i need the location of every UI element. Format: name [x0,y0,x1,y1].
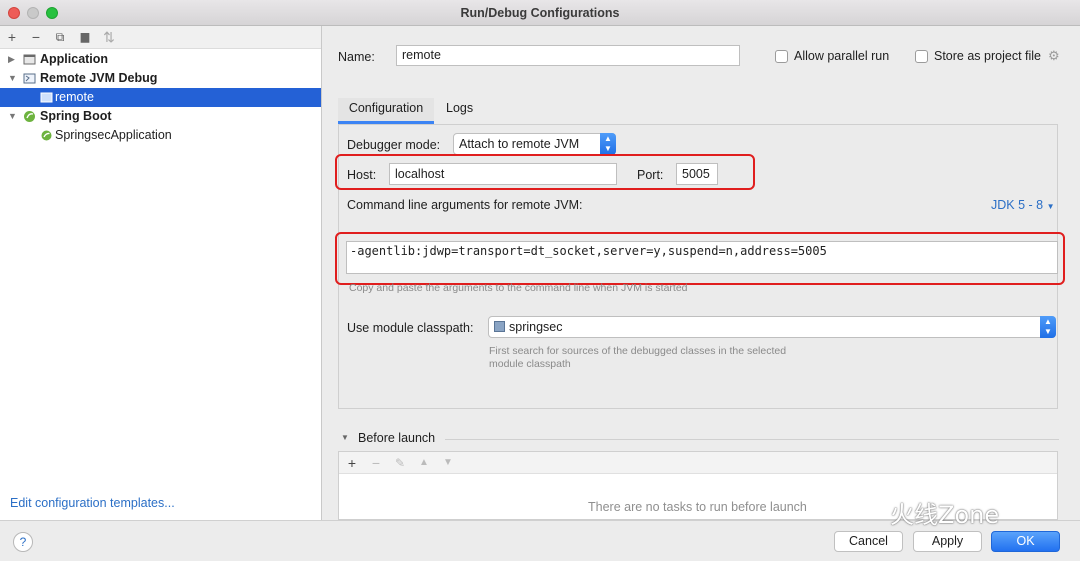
name-field[interactable]: remote [396,45,740,66]
tree-label: remote [55,90,94,104]
classpath-hint-2: module classpath [489,358,571,370]
move-up-icon[interactable]: ▲ [416,455,432,471]
classpath-label: Use module classpath: [347,321,474,335]
tree-label: Spring Boot [40,109,112,123]
cmd-args-label: Command line arguments for remote JVM: [347,198,583,212]
remove-task-icon[interactable]: − [368,455,384,471]
debugger-mode-value: Attach to remote JVM [459,137,580,151]
edit-task-icon[interactable]: ✎ [392,455,408,471]
tree-toolbar: + − ⧉ ▆ ⇅ [0,26,321,49]
remove-icon[interactable]: − [28,29,44,45]
collapse-arrow-icon[interactable]: ▼ [341,433,349,442]
chevron-down-icon: ▼ [1046,202,1055,211]
spring-app-icon [41,130,52,141]
allow-parallel-checkbox[interactable] [775,50,788,63]
store-project-checkbox[interactable] [915,50,928,63]
expand-arrow-icon[interactable]: ▶ [8,50,15,69]
chevron-updown-icon: ▲ ▼ [1040,316,1056,338]
spring-boot-icon [24,111,35,122]
tree-label: Application [40,52,109,66]
remote-config-icon [40,92,53,103]
copy-icon[interactable]: ⧉ [52,29,68,45]
jdk-version-label: JDK 5 - 8 [991,198,1044,212]
cmd-args-hint: Copy and paste the arguments to the comm… [349,282,688,294]
tree-label: SpringsecApplication [55,128,172,142]
config-details-pane: Name: remote Allow parallel run Store as… [323,26,1080,520]
divider [445,439,1059,440]
store-project-label: Store as project file [934,49,1041,63]
tree-label: Remote JVM Debug [40,71,158,85]
debugger-mode-label: Debugger mode: [347,138,441,152]
configuration-panel: Debugger mode: Attach to remote JVM ▲ ▼ H… [335,124,1065,409]
cancel-button[interactable]: Cancel [834,531,903,552]
tree-item-springsec-application[interactable]: SpringsecApplication [0,126,321,145]
ok-button[interactable]: OK [991,531,1060,552]
module-classpath-value: springsec [509,320,563,334]
cmd-args-field[interactable]: -agentlib:jdwp=transport=dt_socket,serve… [346,241,1058,274]
tab-logs[interactable]: Logs [446,98,473,124]
before-launch-header[interactable]: Before launch [358,431,435,445]
tree-item-spring-boot[interactable]: ▼ Spring Boot [0,107,321,126]
tab-bar: Configuration Logs [338,98,1058,124]
jdk-version-dropdown[interactable]: JDK 5 - 8 ▼ [991,198,1055,212]
apply-button[interactable]: Apply [913,531,982,552]
debugger-mode-select[interactable]: Attach to remote JVM ▲ ▼ [453,133,616,155]
title-bar: Run/Debug Configurations [0,0,1080,26]
config-tree-pane: + − ⧉ ▆ ⇅ ▶ Application ▼ Remote JVM Deb… [0,26,322,520]
remote-debug-icon [23,73,36,84]
module-icon [494,321,505,332]
tree-item-remote-jvm-debug[interactable]: ▼ Remote JVM Debug [0,69,321,88]
edit-templates-link[interactable]: Edit configuration templates... [10,496,175,510]
port-field[interactable]: 5005 [676,163,718,185]
folder-icon[interactable]: ▆ [77,29,93,45]
port-label: Port: [637,168,664,182]
tab-configuration[interactable]: Configuration [338,98,434,124]
move-down-icon[interactable]: ▼ [440,455,456,471]
application-icon [23,54,36,65]
name-label: Name: [338,50,375,64]
chevron-updown-icon: ▲ ▼ [600,133,616,155]
help-button[interactable]: ? [13,532,33,552]
watermark-logo: 火线Zone [890,501,1000,529]
tree-item-remote[interactable]: remote [0,88,321,107]
allow-parallel-label: Allow parallel run [794,49,890,63]
sort-icon[interactable]: ⇅ [101,29,117,45]
before-launch-toolbar: + − ✎ ▲ ▼ [339,452,1057,474]
collapse-arrow-icon[interactable]: ▼ [8,107,17,126]
gear-icon[interactable]: ⚙ [1048,48,1060,64]
before-launch-empty: There are no tasks to run before launch [588,500,807,514]
host-field[interactable]: localhost [389,163,617,185]
add-icon[interactable]: + [4,29,20,45]
window-title: Run/Debug Configurations [460,6,620,20]
tree-item-application[interactable]: ▶ Application [0,50,321,69]
add-task-icon[interactable]: + [344,455,360,471]
host-label: Host: [347,168,377,182]
collapse-arrow-icon[interactable]: ▼ [8,69,17,88]
classpath-hint-1: First search for sources of the debugged… [489,345,787,357]
module-classpath-select[interactable]: springsec ▲ ▼ [488,316,1056,338]
